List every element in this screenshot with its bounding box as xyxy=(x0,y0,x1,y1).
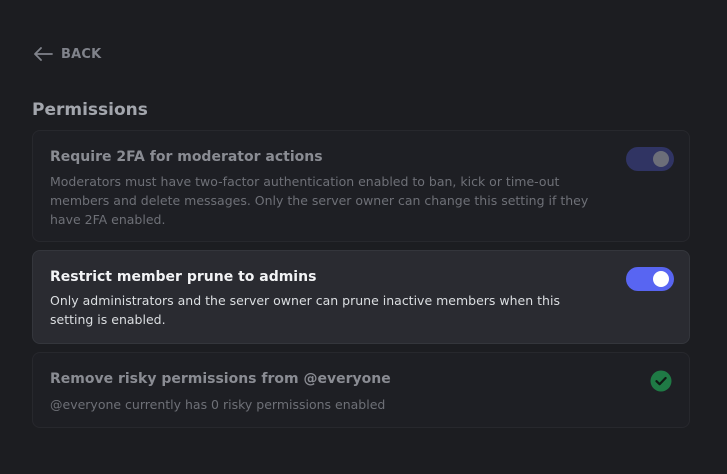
setting-description: @everyone currently has 0 risky permissi… xyxy=(50,397,386,412)
toggle-knob xyxy=(653,271,669,287)
setting-description: Moderators must have two-factor authenti… xyxy=(50,174,589,227)
back-label: BACK xyxy=(61,46,102,62)
restrict-prune-toggle[interactable] xyxy=(626,267,674,291)
setting-remove-risky-permissions: Remove risky permissions from @everyone … xyxy=(32,352,690,428)
setting-title: Remove risky permissions from @everyone xyxy=(50,371,391,387)
server-settings-permissions-page: BACK Permissions Require 2FA for moderat… xyxy=(0,0,727,474)
back-button[interactable]: BACK xyxy=(33,44,101,64)
setting-title: Require 2FA for moderator actions xyxy=(50,149,323,165)
require-2fa-toggle[interactable] xyxy=(626,147,674,171)
check-circle-icon xyxy=(650,370,672,392)
setting-title: Restrict member prune to admins xyxy=(50,269,317,285)
toggle-knob xyxy=(653,151,669,167)
setting-description: Only administrators and the server owner… xyxy=(50,293,560,327)
arrow-left-icon xyxy=(33,47,53,61)
setting-require-2fa: Require 2FA for moderator actions Modera… xyxy=(32,130,690,242)
setting-restrict-prune: Restrict member prune to admins Only adm… xyxy=(32,250,690,344)
section-title: Permissions xyxy=(32,100,148,120)
